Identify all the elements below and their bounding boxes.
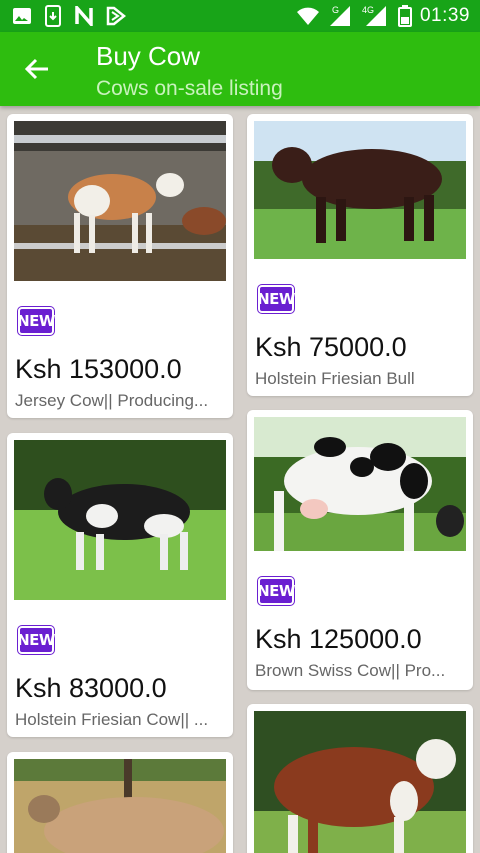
nfc-icon [75, 6, 93, 26]
cow-photo [254, 711, 466, 853]
listing-price: Ksh 153000.0 [15, 354, 182, 384]
wifi-icon [296, 7, 319, 25]
listing-description: Holstein Friesian Bull [255, 369, 415, 388]
listing-card[interactable] [247, 704, 473, 853]
listing-description: Holstein Friesian Cow|| ... [15, 710, 209, 729]
back-arrow-icon[interactable] [22, 54, 52, 84]
listing-card[interactable]: NEW Ksh 75000.0 Holstein Friesian Bull [247, 114, 473, 396]
status-bar: G 4G 01:39 [0, 0, 480, 32]
battery-icon [397, 5, 412, 27]
cow-photo [14, 121, 226, 281]
page-title: Buy Cow [96, 41, 201, 71]
app-bar: Buy Cow Cows on-sale listing [0, 32, 480, 106]
network-label: 4G [362, 5, 374, 15]
image-icon [13, 8, 31, 24]
new-badge: NEW [17, 626, 55, 654]
clock: 01:39 [419, 5, 470, 26]
cow-photo [14, 440, 226, 600]
cow-photo [254, 121, 466, 259]
signal-4g-icon: 4G [362, 5, 386, 26]
new-badge: NEW [257, 285, 295, 313]
page-subtitle: Cows on-sale listing [96, 77, 283, 100]
listing-description: Jersey Cow|| Producing... [15, 391, 209, 410]
listing-card[interactable]: NEW Ksh 153000.0 Jersey Cow|| Producing.… [7, 114, 233, 418]
listing-price: Ksh 75000.0 [255, 332, 407, 362]
signal-icon: G [329, 5, 350, 26]
new-badge: NEW [17, 307, 55, 335]
phone-icon [45, 5, 61, 27]
cow-photo [14, 759, 226, 853]
listing-card[interactable] [7, 752, 233, 853]
listing-card[interactable]: NEW Ksh 125000.0 Brown Swiss Cow|| Pro..… [247, 410, 473, 690]
signal-label: G [332, 5, 339, 15]
new-badge: NEW [257, 577, 295, 605]
listing-card[interactable]: NEW Ksh 83000.0 Holstein Friesian Cow|| … [7, 433, 233, 737]
listing-description: Brown Swiss Cow|| Pro... [255, 661, 446, 680]
listing-price: Ksh 83000.0 [15, 673, 167, 703]
tag-icon [106, 6, 126, 26]
cow-photo [254, 417, 466, 551]
listing-price: Ksh 125000.0 [255, 624, 422, 654]
